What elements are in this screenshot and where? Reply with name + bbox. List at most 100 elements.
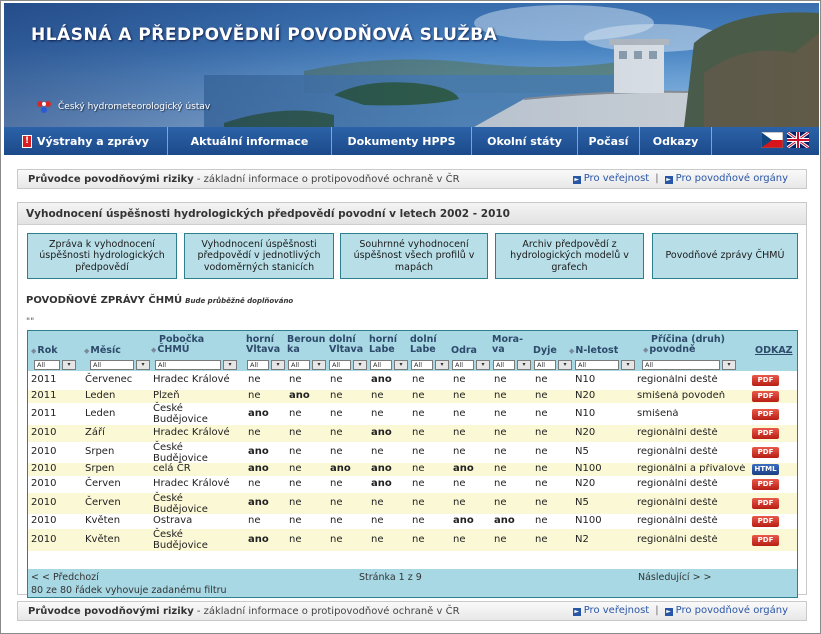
pdf-link-icon[interactable]: PDF xyxy=(752,535,779,546)
map-evaluation-button[interactable]: Souhrnné vyhodnocení úspěšnost všech pro… xyxy=(340,233,488,279)
filter-morava[interactable]: All ▾ xyxy=(493,359,531,370)
cell-morava: ne xyxy=(494,497,507,508)
cell-berounka: ne xyxy=(289,408,302,419)
table-row: 2011 Leden Plzeň ne ano ne ne ne ne ne ne N20 smíšen… xyxy=(28,390,797,403)
filter-pricina[interactable]: All ▾ xyxy=(642,359,736,370)
arrow-right-icon: ► xyxy=(572,176,581,184)
nav-item-weather[interactable]: Počasí xyxy=(578,127,640,155)
cell-dolni-vltava: ne xyxy=(330,390,343,401)
col-header-odkaz[interactable]: ODKAZ xyxy=(755,346,793,356)
cell-morava: ano xyxy=(494,515,515,526)
arrow-right-icon: ► xyxy=(664,176,673,184)
col-header-odra[interactable]: Odra xyxy=(451,346,477,356)
col-header-dolni-vltava[interactable]: dolní Vltava xyxy=(329,335,363,355)
model-archive-button[interactable]: Archiv předpovědí z hydrologických model… xyxy=(495,233,644,279)
pdf-link-icon[interactable]: PDF xyxy=(752,447,779,458)
cell-morava: ne xyxy=(494,446,507,457)
filter-dolni-labe[interactable]: All ▾ xyxy=(411,359,449,370)
chevron-down-icon: ▾ xyxy=(353,359,367,370)
nav-item-documents[interactable]: Dokumenty HPPS xyxy=(332,127,472,155)
uk-flag-icon[interactable] xyxy=(787,132,809,148)
flood-reports-button[interactable]: Povodňové zprávy ČHMÚ xyxy=(652,233,798,279)
cell-nletost: N5 xyxy=(575,446,589,457)
col-header-rok[interactable]: ◆Rok xyxy=(31,346,58,356)
czech-flag-icon[interactable] xyxy=(761,132,783,148)
cell-mesic: Červenec xyxy=(85,374,133,385)
cell-dolni-vltava: ne xyxy=(330,408,343,419)
pdf-link-icon[interactable]: PDF xyxy=(752,516,779,527)
col-header-pricina[interactable]: Příčina (druh) ◆povodně xyxy=(643,335,725,355)
nav-item-current-info[interactable]: Aktuální informace xyxy=(168,127,332,155)
cell-pobocka: Plzeň xyxy=(153,390,180,401)
col-header-morava[interactable]: Mora-va xyxy=(492,335,523,355)
filter-horni-vltava[interactable]: All ▾ xyxy=(247,359,285,370)
cell-nletost: N100 xyxy=(575,463,602,474)
filter-odra[interactable]: All ▾ xyxy=(452,359,490,370)
nav-item-label: Odkazy xyxy=(652,134,699,148)
col-header-mesic[interactable]: ◆Měsíc xyxy=(84,346,121,356)
public-link[interactable]: ► Pro veřejnost xyxy=(572,173,649,184)
col-header-pobocka[interactable]: Pobočka ◆ČHMÚ xyxy=(151,335,204,355)
cell-horni-vltava: ano xyxy=(248,534,269,545)
nav-item-label: Dokumenty HPPS xyxy=(347,134,456,148)
table-row: 2010 Červen Hradec Králové ne ne ne ano ne ne ne n… xyxy=(28,476,797,493)
col-header-dyje[interactable]: Dyje xyxy=(533,346,557,356)
public-link[interactable]: ► Pro veřejnost xyxy=(572,605,649,616)
cell-berounka: ne xyxy=(289,446,302,457)
cell-rok: 2010 xyxy=(31,497,57,508)
chevron-down-icon: ▾ xyxy=(312,359,326,370)
filter-dyje[interactable]: All ▾ xyxy=(534,359,572,370)
table-row: 2010 Květen České Budějovice ano ne ne ne ne ne ne… xyxy=(28,529,797,551)
filter-nletost[interactable]: All ▾ xyxy=(575,359,635,370)
sort-icon: ◆ xyxy=(31,347,37,355)
cell-dolni-vltava: ne xyxy=(330,446,343,457)
pdf-link-icon[interactable]: PDF xyxy=(752,375,779,386)
pdf-link-icon[interactable]: PDF xyxy=(752,409,779,420)
arrow-right-icon: ► xyxy=(664,608,673,616)
pdf-link-icon[interactable]: PDF xyxy=(752,479,779,490)
pdf-link-icon[interactable]: PDF xyxy=(752,391,779,402)
cell-pricina: regionální deště xyxy=(637,428,718,438)
chevron-down-icon: ▾ xyxy=(136,359,150,370)
evaluation-panel: Vyhodnocení úspěšnosti hydrologických př… xyxy=(17,202,807,598)
cell-rok: 2010 xyxy=(31,446,57,457)
authorities-link[interactable]: ► Pro povodňové orgány xyxy=(664,173,788,184)
col-header-nletost[interactable]: ◆N-letost xyxy=(569,346,618,356)
filter-pobocka[interactable]: All ▾ xyxy=(155,359,237,370)
flood-guide-link[interactable]: Průvodce povodňovými riziky xyxy=(28,606,194,617)
authorities-link[interactable]: ► Pro povodňové orgány xyxy=(664,605,788,616)
flood-guide-link[interactable]: Průvodce povodňovými riziky xyxy=(28,174,194,185)
col-header-berounka[interactable]: Beroun ka xyxy=(287,335,325,355)
cell-horni-labe: ne xyxy=(371,446,384,457)
nav-item-warnings[interactable]: ! Výstrahy a zprávy xyxy=(4,127,168,155)
language-flags xyxy=(761,132,809,148)
pdf-link-icon[interactable]: PDF xyxy=(752,428,779,439)
quotes-text: "" xyxy=(26,317,35,327)
report-evaluation-button[interactable]: Zpráva k vyhodnocení úspěšnosti hydrolog… xyxy=(27,233,177,279)
html-link-icon[interactable]: HTML xyxy=(752,464,779,475)
flood-guide-bar-top: Průvodce povodňovými riziky - základní i… xyxy=(17,169,807,189)
chmi-logo[interactable]: Český hydrometeorologický ústav xyxy=(36,100,210,114)
filter-rok[interactable]: All ▾ xyxy=(34,359,76,370)
nav-item-links[interactable]: Odkazy xyxy=(640,127,712,155)
table-row: 2011 Červenec Hradec Králové ne ne ne ano ne ne n… xyxy=(28,371,797,390)
col-header-horni-vltava[interactable]: horní Vltava xyxy=(246,335,280,355)
chevron-down-icon: ▾ xyxy=(476,359,490,370)
prev-page-link[interactable]: < < Předchozí xyxy=(31,572,99,583)
station-evaluation-button[interactable]: Vyhodnocení úspěšnosti předpovědí v jedn… xyxy=(184,233,334,279)
cell-morava: ne xyxy=(494,478,507,489)
filter-mesic[interactable]: All ▾ xyxy=(90,359,150,370)
cell-pobocka: České Budějovice xyxy=(153,403,208,425)
col-header-horni-labe[interactable]: horní Labe xyxy=(369,335,397,355)
nav-item-neighbor-states[interactable]: Okolní státy xyxy=(472,127,578,155)
filter-horni-labe[interactable]: All ▾ xyxy=(370,359,408,370)
chevron-down-icon: ▾ xyxy=(223,359,237,370)
next-page-link[interactable]: Následující > > xyxy=(638,572,712,583)
cell-rok: 2010 xyxy=(31,463,57,474)
filter-berounka[interactable]: All ▾ xyxy=(288,359,326,370)
filter-dolni-vltava[interactable]: All ▾ xyxy=(329,359,367,370)
cell-dolni-labe: ne xyxy=(412,446,425,457)
col-header-dolni-labe[interactable]: dolní Labe xyxy=(410,335,437,355)
cell-pricina: regionální deště xyxy=(637,516,718,526)
pdf-link-icon[interactable]: PDF xyxy=(752,498,779,509)
